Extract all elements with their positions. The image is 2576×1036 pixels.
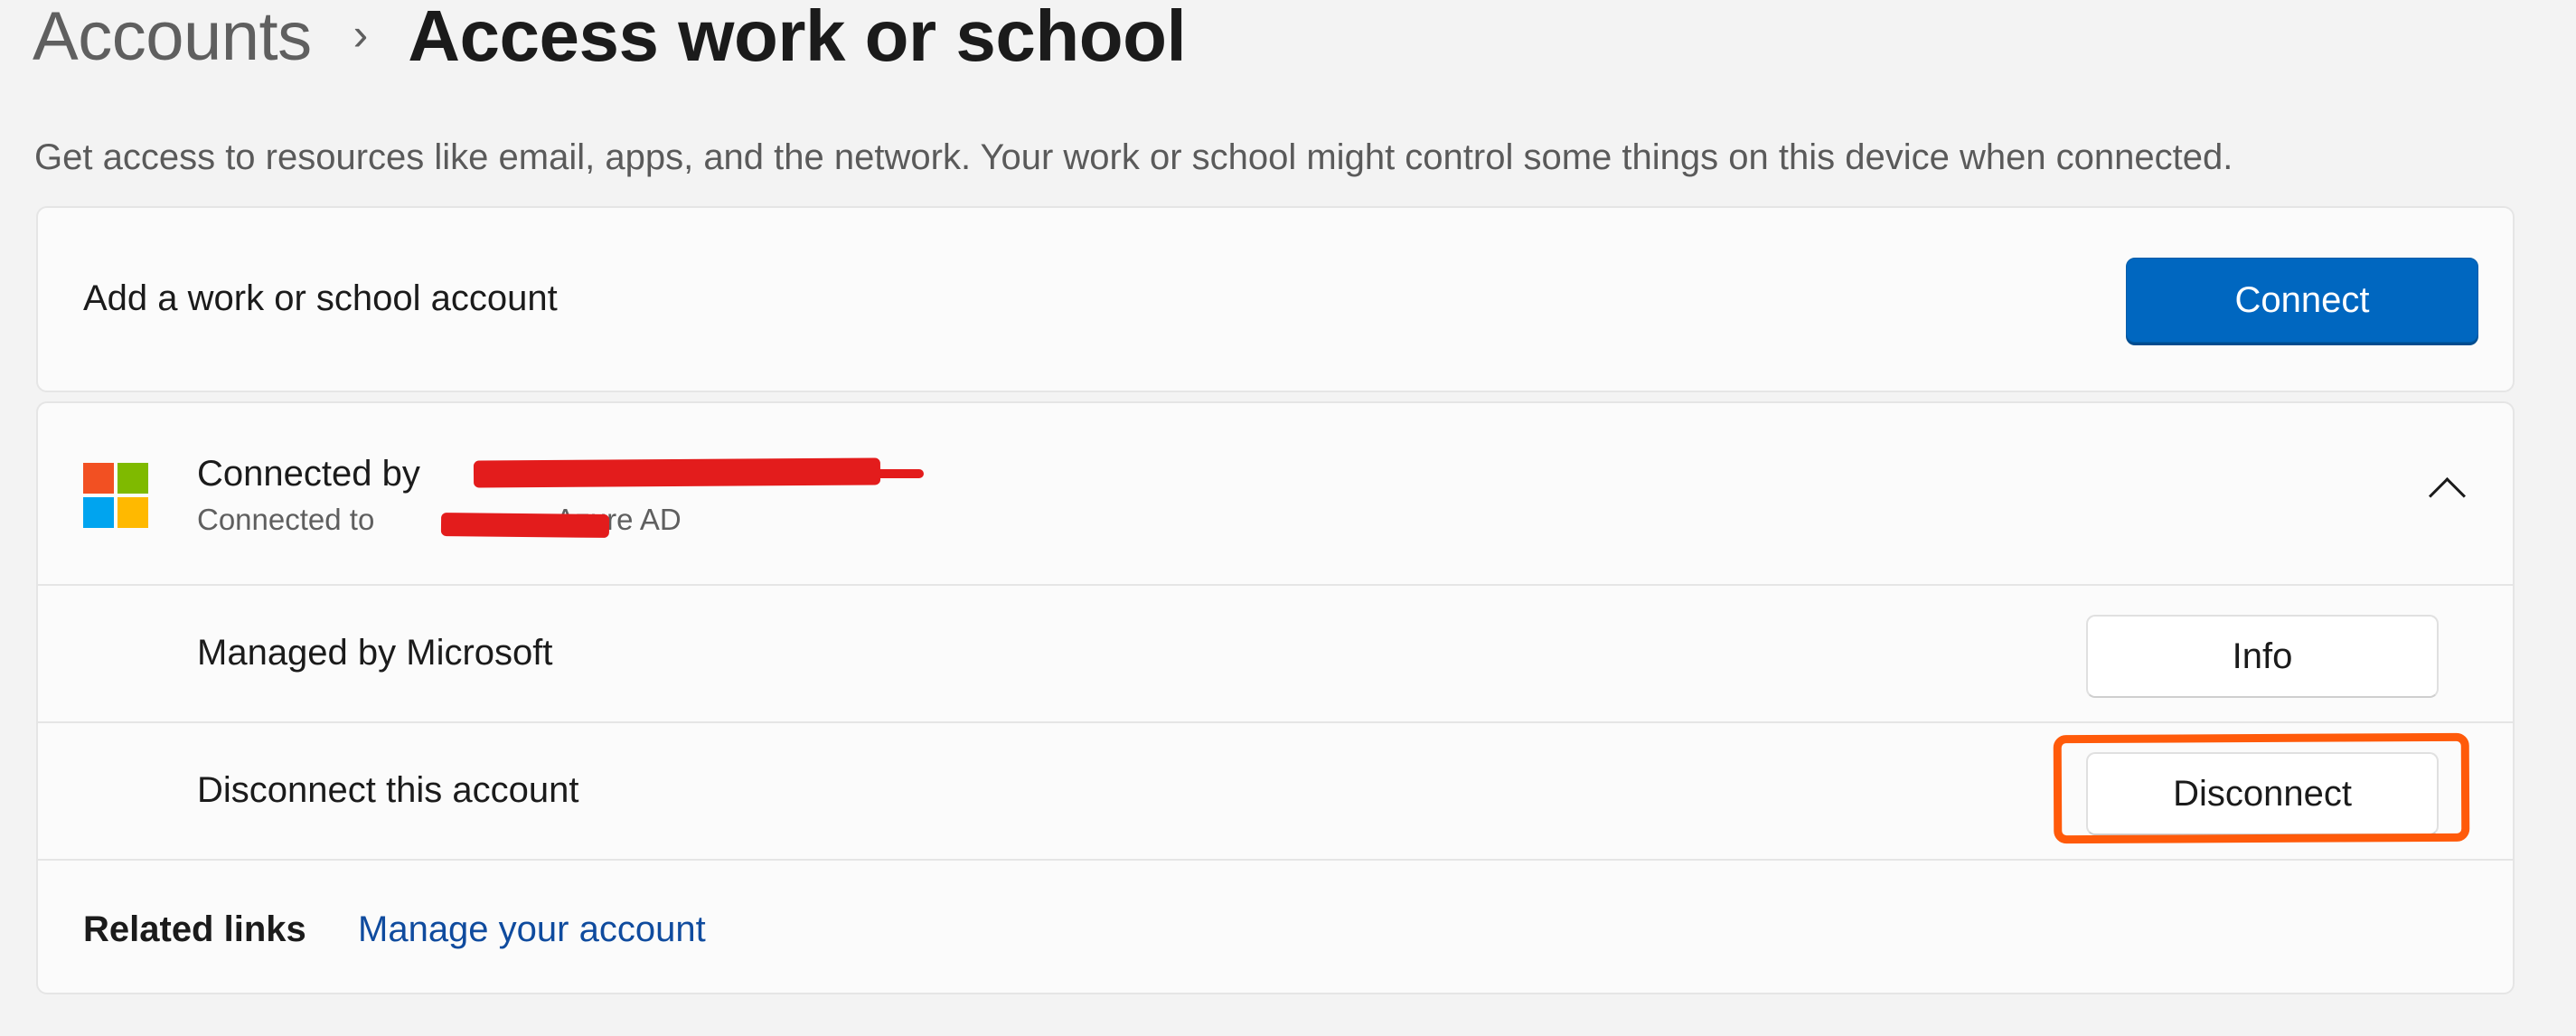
connect-button[interactable]: Connect: [2126, 258, 2478, 343]
redaction-mark: [473, 457, 881, 488]
add-account-label: Add a work or school account: [83, 278, 558, 318]
managed-by-row: Managed by Microsoft Info: [38, 586, 2513, 723]
breadcrumb-chevron-icon: ›: [353, 9, 369, 60]
breadcrumb: Accounts › Access work or school: [33, 0, 1187, 81]
chevron-up-icon[interactable]: [2428, 476, 2467, 515]
breadcrumb-accounts[interactable]: Accounts: [33, 0, 312, 76]
disconnect-row: Disconnect this account Disconnect: [38, 723, 2513, 861]
managed-by-label: Managed by Microsoft: [197, 633, 553, 673]
page-title: Access work or school: [408, 0, 1187, 76]
highlight-annotation: [2053, 732, 2470, 844]
account-header[interactable]: Connected by Connected to Azure AD: [38, 403, 2513, 586]
account-title: Connected by: [197, 454, 420, 494]
redaction-mark: [851, 469, 924, 478]
microsoft-logo-icon: [83, 463, 148, 528]
info-button[interactable]: Info: [2086, 615, 2439, 698]
add-account-card: Add a work or school account Connect: [36, 206, 2515, 392]
connected-account-card: Connected by Connected to Azure AD Manage…: [36, 401, 2515, 994]
related-links-row: Related links Manage your account: [38, 861, 2513, 993]
redaction-mark: [440, 513, 610, 538]
account-subtitle-prefix: Connected to: [197, 503, 375, 536]
page-description: Get access to resources like email, apps…: [34, 137, 2233, 177]
disconnect-label: Disconnect this account: [197, 770, 579, 810]
related-links-label: Related links: [83, 909, 306, 949]
manage-account-link[interactable]: Manage your account: [358, 909, 706, 950]
